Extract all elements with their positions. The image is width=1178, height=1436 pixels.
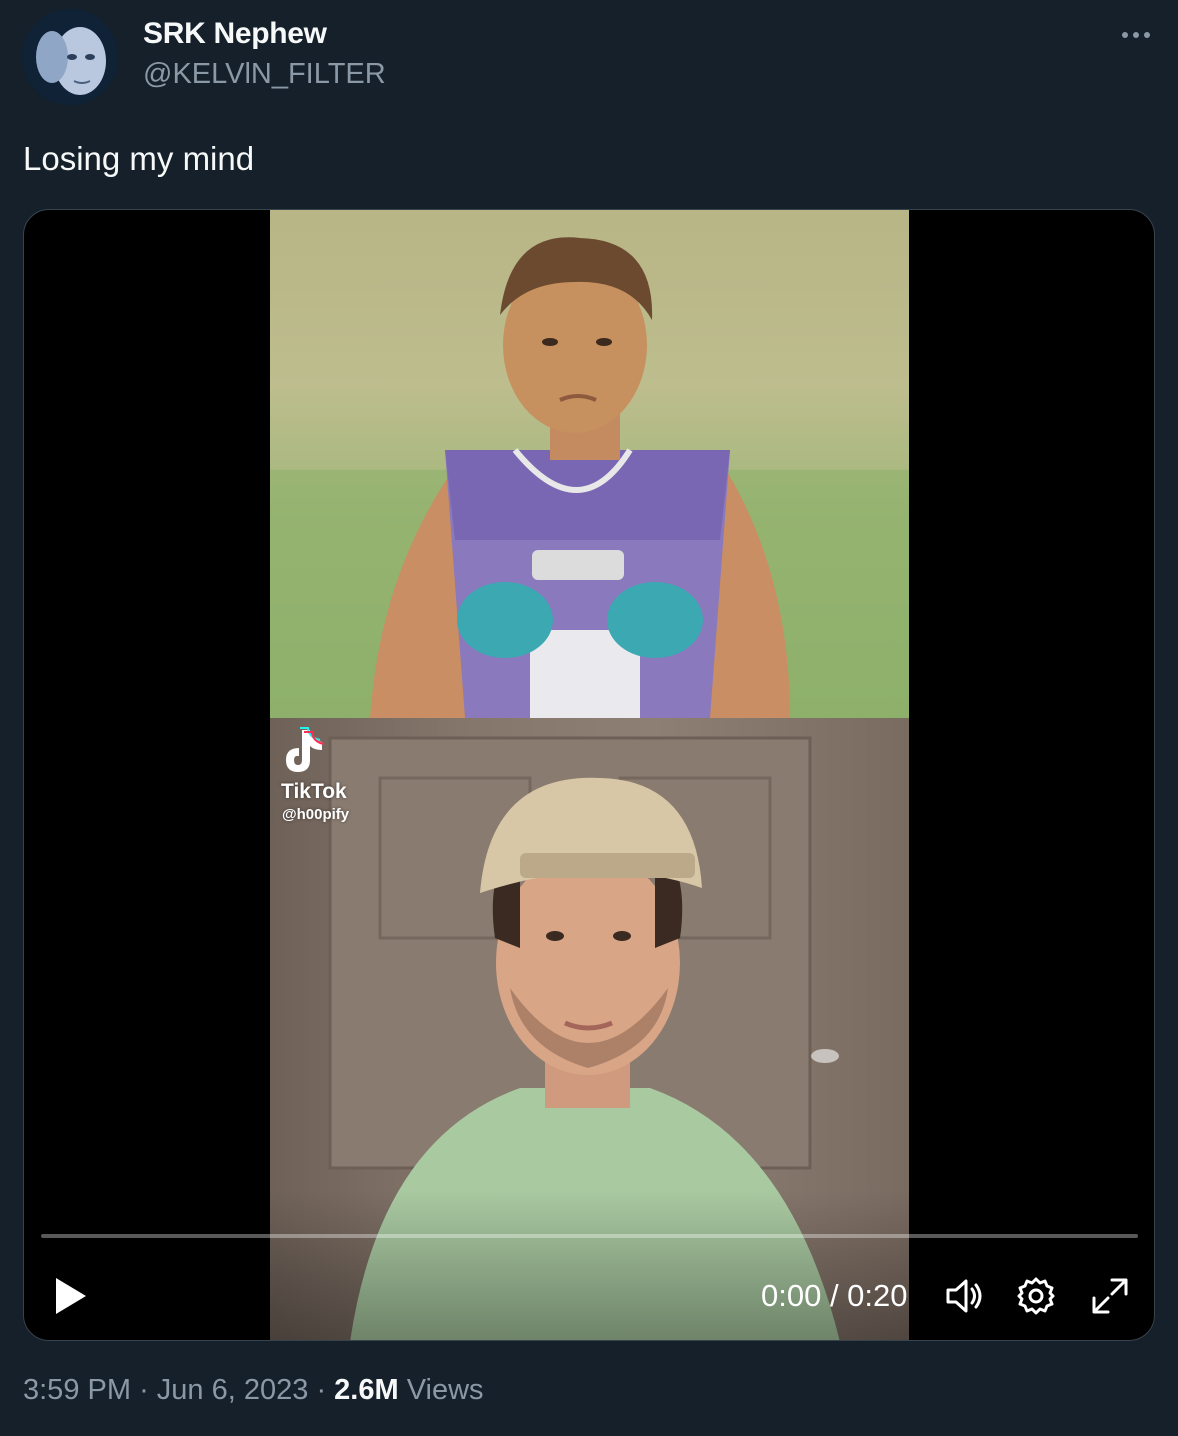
more-options-button[interactable] [1114,18,1158,52]
tweet-date[interactable]: Jun 6, 2023 [157,1374,309,1406]
video-player[interactable]: TikTok @h00pify 0:00 / 0:20 [23,209,1155,1341]
meta-separator: · [316,1374,327,1406]
views-label: Views [406,1374,484,1406]
tweet-text: Losing my mind [23,140,255,177]
tweet-time[interactable]: 3:59 PM [23,1374,131,1406]
gear-icon [1017,1277,1055,1315]
play-icon [56,1278,86,1314]
meta-separator: · [139,1374,149,1406]
video-top-scene [270,210,909,718]
video-frame[interactable]: TikTok @h00pify [270,210,909,1340]
volume-icon [946,1279,982,1313]
avatar[interactable] [22,9,118,105]
display-name[interactable]: SRK Nephew [143,17,327,51]
views-count: 2.6M [334,1374,399,1406]
more-dots-icon [1122,32,1150,38]
controls-overlay [24,1190,1154,1340]
avatar-image [22,9,118,105]
video-progress-bar[interactable] [41,1234,1138,1238]
settings-button[interactable] [1014,1274,1058,1318]
fullscreen-icon [1092,1278,1128,1314]
tiktok-logo-icon [280,726,390,781]
tweet-meta: 3:59 PM · Jun 6, 2023 · 2.6M Views [23,1374,484,1407]
user-handle[interactable]: @KELVlN_FILTER [143,58,386,91]
play-button[interactable] [50,1274,90,1318]
fullscreen-button[interactable] [1088,1274,1132,1318]
volume-button[interactable] [942,1274,986,1318]
tiktok-watermark-user: @h00pify [282,806,350,823]
tiktok-watermark-brand: TikTok [281,780,347,803]
video-top-illustration [270,237,909,718]
video-time: 0:00 / 0:20 [761,1278,908,1313]
